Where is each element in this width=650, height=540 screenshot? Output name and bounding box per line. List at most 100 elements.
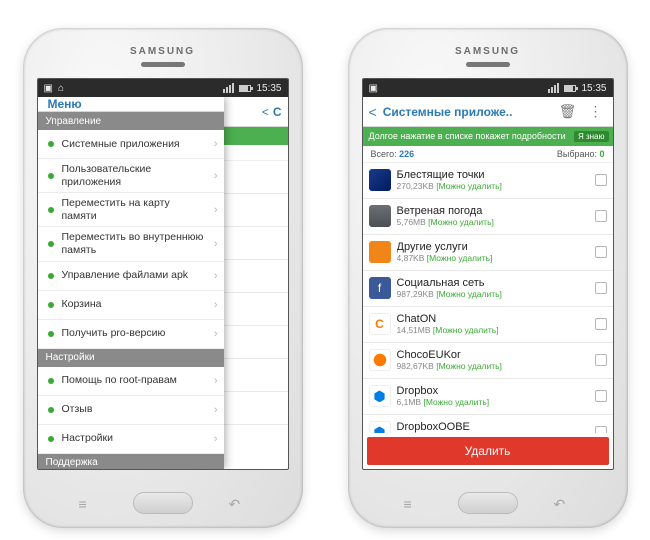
drawer-item[interactable]: Отзыв› [38,396,224,425]
chevron-right-icon: › [214,238,218,250]
chevron-right-icon: › [214,170,218,182]
drawer-item-label: Управление файлами apk [62,269,206,282]
drawer-item-label: Системные приложения [62,138,206,151]
drawer-item[interactable]: Переместить во внутреннюю память› [38,227,224,261]
can-delete-label: [Можно удалить] [427,253,493,263]
trash-icon[interactable]: 🗑 [557,103,579,120]
checkbox[interactable] [595,246,607,258]
drawer-section-header: Поддержка [38,454,224,469]
app-size: 6,1MB [397,397,422,407]
chevron-right-icon: › [214,138,218,150]
app-name: Dropbox [397,385,589,397]
app-name: Социальная сеть [397,277,589,289]
back-icon[interactable]: < [262,105,269,119]
clock: 15:35 [256,83,281,94]
chevron-right-icon: › [214,328,218,340]
app-icon [369,169,391,191]
list-item[interactable]: fСоциальная сеть987,29KB [Можно удалить] [363,271,613,307]
notif-icon: ▣ [369,83,378,94]
app-name: Ветреная погода [397,205,589,217]
list-item[interactable]: CChatON14,51MB [Можно удалить] [363,307,613,343]
back-icon[interactable]: < [369,104,377,120]
drawer-item[interactable]: Настройки› [38,425,224,454]
overflow-icon[interactable]: ⋮ [585,103,607,120]
home-button[interactable] [458,492,518,514]
total-group: Всего: 226 [371,149,415,159]
delete-button[interactable]: Удалить [367,437,609,465]
selected-label: Выбрано: [557,149,597,159]
drawer-item-label: Настройки [62,432,206,445]
checkbox[interactable] [595,354,607,366]
bullet-icon [48,436,54,442]
app-icon: ⬢ [369,385,391,407]
can-delete-label: [Можно удалить] [436,361,502,371]
checkbox[interactable] [595,390,607,402]
softkey-back-icon[interactable]: ↶ [554,496,572,510]
chevron-right-icon: › [214,375,218,387]
screen-right: ▣ 15:35 < Системные приложе.. 🗑 ⋮ Долгое… [362,78,614,470]
can-delete-label: [Можно удалить] [433,325,499,335]
app-size: 987,29KB [397,289,434,299]
drawer-item[interactable]: Управление файлами apk › [38,262,224,291]
content-left: < С Долгое Всего: Меню УправлениеСистемн… [38,97,288,469]
drawer-item[interactable]: Помощь по root-правам › [38,367,224,396]
list-item[interactable]: ChocoEUKor982,67KB [Можно удалить] [363,343,613,379]
drawer-section-header: Настройки [38,349,224,367]
app-size: 5,76MB [397,217,426,227]
drawer-title: Меню [38,97,224,112]
app-name: ChatON [397,313,589,325]
bullet-icon [48,207,54,213]
drawer-menu[interactable]: Меню УправлениеСистемные приложения›Поль… [38,97,224,469]
selected-value: 0 [599,149,604,159]
softkey-menu-icon[interactable]: ≡ [404,496,422,510]
can-delete-label: [Можно удалить] [428,217,494,227]
notif-icon: ▣ [44,83,53,94]
drawer-item[interactable]: Переместить на карту памяти› [38,193,224,227]
battery-icon [564,85,576,92]
list-item[interactable]: Блестящие точки270,23KB [Можно удалить] [363,163,613,199]
drawer-item[interactable]: Корзина› [38,291,224,320]
hint-dismiss-button[interactable]: Я знаю [574,131,609,142]
drawer-item-label: Получить pro-версию [62,327,206,340]
selected-group: Выбрано: 0 [557,149,605,159]
app-name: DropboxOOBE [397,421,589,433]
softkey-back-icon[interactable]: ↶ [229,496,247,510]
checkbox[interactable] [595,282,607,294]
checkbox[interactable] [595,210,607,222]
app-size: 4,87KB [397,253,425,263]
app-name: ChocoEUKor [397,349,589,361]
battery-icon [239,85,251,92]
home-button[interactable] [133,492,193,514]
drawer-item[interactable]: Пользовательские приложения› [38,159,224,193]
bullet-icon [48,378,54,384]
bullet-icon [48,302,54,308]
status-bar: ▣ ⌂ 15:35 [38,79,288,97]
can-delete-label: [Можно удалить] [436,289,502,299]
checkbox[interactable] [595,426,607,433]
bullet-icon [48,331,54,337]
app-list[interactable]: Блестящие точки270,23KB [Можно удалить]В… [363,163,613,433]
screen-left: ▣ ⌂ 15:35 < С Долгое Всего: [37,78,289,470]
chevron-right-icon: › [214,270,218,282]
bullet-icon [48,273,54,279]
phone-right: SAMSUNG ▣ 15:35 < Системные приложе.. 🗑 … [348,28,628,528]
drawer-item-label: Помощь по root-правам [62,374,206,387]
list-item[interactable]: Другие услуги4,87KB [Можно удалить] [363,235,613,271]
bg-title: С [273,105,284,119]
app-size: 982,67KB [397,361,434,371]
can-delete-label: [Можно удалить] [423,397,489,407]
bullet-icon [48,407,54,413]
drawer-item[interactable]: Получить pro-версию › [38,320,224,349]
signal-icon [548,83,559,93]
bullet-icon [48,241,54,247]
checkbox[interactable] [595,174,607,186]
app-icon: C [369,313,391,335]
checkbox[interactable] [595,318,607,330]
app-icon [369,205,391,227]
list-item[interactable]: ⬢ Dropbox6,1MB [Можно удалить] [363,379,613,415]
softkey-menu-icon[interactable]: ≡ [79,496,97,510]
list-item[interactable]: Ветреная погода5,76MB [Можно удалить] [363,199,613,235]
list-item[interactable]: ⬢DropboxOOBE1,13MB [Можно удалить] [363,415,613,433]
drawer-item[interactable]: Системные приложения › [38,130,224,159]
hint-text: Долгое нажатие в списке покажет подробно… [369,131,566,142]
